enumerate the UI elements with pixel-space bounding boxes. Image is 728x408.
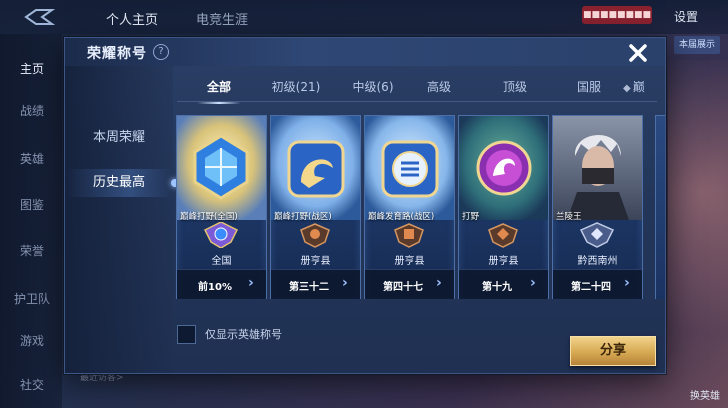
gold-dragon-emblem-icon: [271, 116, 360, 220]
chevron-right-icon[interactable]: ›: [624, 275, 630, 291]
card-rank: 第四十七: [383, 282, 423, 293]
purple-jungle-emblem-icon: [459, 116, 548, 220]
sidebar-item-history-best[interactable]: 历史最高: [65, 169, 179, 197]
hero-title-only-label: 仅显示英雄称号: [205, 328, 282, 341]
hero-title-only-checkbox[interactable]: [177, 325, 196, 344]
chevron-right-icon[interactable]: ›: [530, 275, 536, 291]
card-rank-bar: 第二十四 ›: [553, 269, 642, 299]
hero-portrait-icon: [553, 116, 642, 220]
card-rank: 前10%: [198, 282, 232, 293]
help-icon[interactable]: ?: [153, 44, 169, 60]
gold-cube-emblem-icon: [177, 116, 266, 220]
title-card[interactable]: 巅峰打野(战区) 册亨县 第三十二 ›: [270, 115, 361, 299]
honor-title-modal: 荣耀称号 ? 本周荣耀 历史最高 全部 初级(21) 中级(6) 高级 顶级 国…: [64, 37, 666, 374]
tabs-divider: [177, 101, 657, 102]
rank-badge-icon: [488, 223, 518, 248]
bg-side-record[interactable]: 战绩: [6, 102, 58, 119]
tab-intermediate[interactable]: 中级(6): [347, 78, 399, 100]
chevron-right-icon[interactable]: ›: [342, 275, 348, 291]
close-icon: [629, 44, 647, 62]
bg-side-atlas[interactable]: 图鉴: [6, 196, 58, 213]
card-region: 册亨县: [488, 256, 519, 267]
tab-national[interactable]: 国服: [567, 78, 611, 100]
background-sidebar: 主页 战绩 英雄 图鉴 荣誉 护卫队 游戏 社交: [0, 34, 62, 408]
gold-shield-emblem-icon: [365, 116, 454, 220]
bg-side-home[interactable]: 主页: [6, 60, 58, 77]
card-region: 册亨县: [300, 256, 331, 267]
sidebar-item-label: 历史最高: [92, 175, 145, 190]
card-rank-bar: 第十九 ›: [459, 269, 548, 299]
tab-peak[interactable]: ◆ 巅: [623, 78, 657, 100]
sidebar-item-weekly[interactable]: 本周荣耀: [65, 124, 173, 152]
title-card[interactable]: 兰陵王 黔西南州 第二十四 ›: [552, 115, 643, 299]
diamond-icon: ◆: [623, 83, 631, 94]
modal-sidebar: 本周荣耀 历史最高: [65, 66, 179, 373]
card-title-name: 巅峰打野(战区): [274, 212, 332, 222]
card-rank-bar: 第三十二 ›: [271, 269, 360, 299]
card-rank: 第三十二: [289, 282, 329, 293]
bg-right-button[interactable]: 本届展示: [674, 36, 720, 54]
title-card-list: 巅峰打野(全国) 全国 前10% › 巅峰打野(战区) 册亨县 第三十二 › 巅…: [173, 115, 665, 299]
tab-top[interactable]: 顶级: [493, 78, 537, 100]
bg-side-social[interactable]: 社交: [6, 376, 58, 393]
bg-hero-art: [668, 60, 728, 390]
title-card[interactable]: 巅峰打野(全国) 全国 前10% ›: [176, 115, 267, 299]
title-card[interactable]: 打野 册亨县 第十九 ›: [458, 115, 549, 299]
tab-active-underline: [197, 102, 241, 104]
close-button[interactable]: [625, 40, 651, 66]
bg-tab-profile[interactable]: 个人主页: [106, 9, 158, 28]
card-region: 黔西南州: [577, 256, 618, 267]
card-rank: 第二十四: [571, 282, 611, 293]
bg-red-banner: ■■■■■■■■: [582, 6, 652, 24]
bg-tab-esports[interactable]: 电竞生涯: [196, 9, 248, 28]
card-title-name: 兰陵王: [556, 212, 582, 222]
next-card-peek[interactable]: [655, 115, 665, 299]
modal-title: 荣耀称号: [87, 46, 147, 62]
tab-advanced[interactable]: 高级: [417, 78, 461, 100]
chevron-right-icon[interactable]: ›: [436, 275, 442, 291]
background-top-bar: 个人主页 电竞生涯 ■■■■■■■■ 设置: [0, 0, 728, 34]
card-rank: 第十九: [482, 282, 512, 293]
card-title-name: 巅峰发育路(战区): [368, 212, 435, 222]
rank-badge-icon: [394, 223, 424, 248]
tab-peak-label: 巅: [632, 80, 645, 94]
card-region: 册亨县: [394, 256, 425, 267]
modal-header: 荣耀称号 ?: [65, 38, 665, 66]
rank-badge-icon: [579, 222, 615, 248]
bg-settings-link[interactable]: 设置: [674, 8, 698, 25]
card-rank-bar: 前10% ›: [177, 269, 266, 299]
level-tabs: 全部 初级(21) 中级(6) 高级 顶级 国服 ◆ 巅: [177, 78, 657, 104]
chevron-right-icon[interactable]: ›: [248, 275, 254, 291]
bg-side-hero[interactable]: 英雄: [6, 150, 58, 167]
card-title-name: 打野: [462, 212, 480, 222]
bg-side-game[interactable]: 游戏: [6, 332, 58, 349]
back-logo-icon[interactable]: [22, 8, 56, 26]
tab-beginner[interactable]: 初级(21): [265, 78, 327, 100]
bg-change-hero[interactable]: 换英雄: [690, 387, 720, 402]
card-region: 全国: [211, 256, 232, 267]
bg-side-honor[interactable]: 荣誉: [6, 242, 58, 259]
card-rank-bar: 第四十七 ›: [365, 269, 454, 299]
tab-all[interactable]: 全部: [197, 78, 241, 104]
rank-badge-icon: [203, 222, 239, 248]
tab-all-label: 全部: [206, 80, 231, 94]
share-button[interactable]: 分享: [570, 336, 656, 366]
title-card[interactable]: 巅峰发育路(战区) 册亨县 第四十七 ›: [364, 115, 455, 299]
bg-side-guard[interactable]: 护卫队: [6, 290, 58, 307]
card-title-name: 巅峰打野(全国): [180, 212, 238, 222]
rank-badge-icon: [300, 223, 330, 248]
